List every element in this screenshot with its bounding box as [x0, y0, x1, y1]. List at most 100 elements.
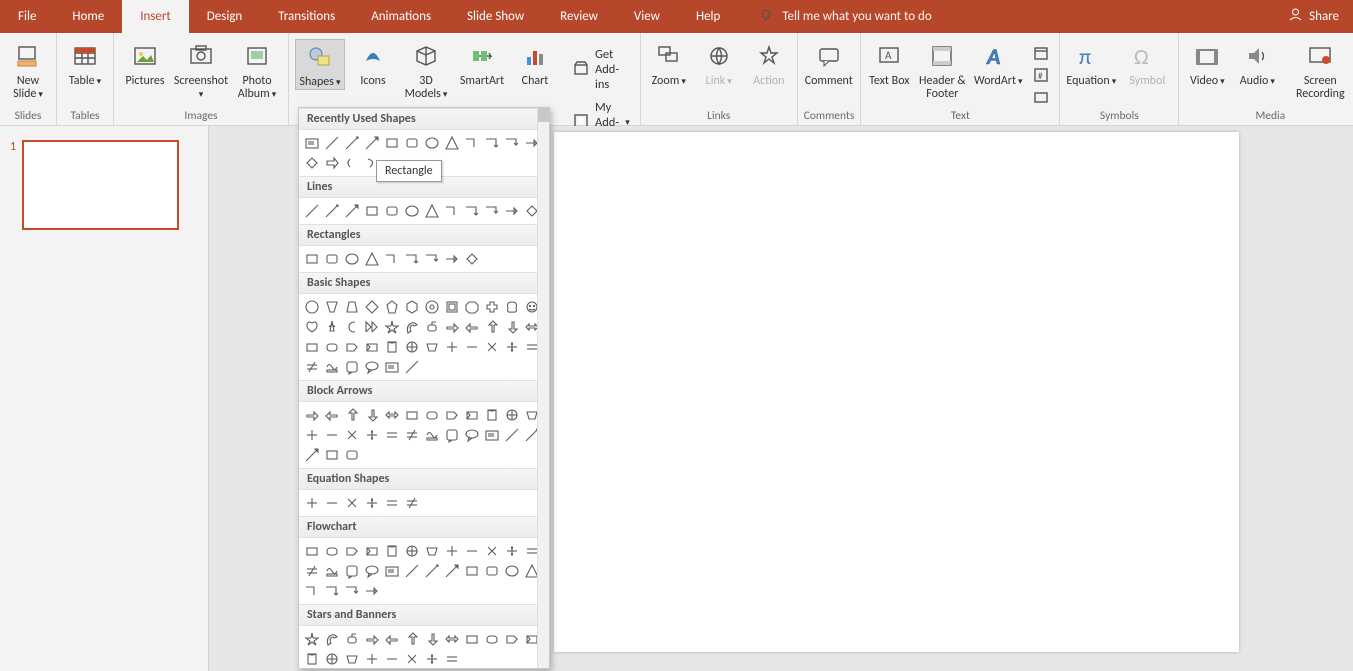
shape-option[interactable]: [403, 358, 421, 376]
shape-option[interactable]: [503, 134, 521, 152]
shape-option[interactable]: [403, 406, 421, 424]
shape-option[interactable]: [303, 338, 321, 356]
shape-option[interactable]: [303, 202, 321, 220]
shape-option[interactable]: [303, 650, 321, 668]
shape-option[interactable]: [323, 650, 341, 668]
shape-option[interactable]: [483, 298, 501, 316]
shape-option[interactable]: [443, 542, 461, 560]
shape-option[interactable]: [463, 134, 481, 152]
shape-option[interactable]: [363, 562, 381, 580]
shape-option[interactable]: [423, 338, 441, 356]
shape-option[interactable]: [343, 134, 361, 152]
tab-file[interactable]: File: [0, 0, 54, 33]
shape-option[interactable]: [323, 338, 341, 356]
shape-option[interactable]: [343, 650, 361, 668]
symbol-button[interactable]: Ω Symbol: [1122, 39, 1172, 88]
shape-option[interactable]: [343, 338, 361, 356]
shape-option[interactable]: [323, 446, 341, 464]
shape-option[interactable]: [363, 582, 381, 600]
equation-button[interactable]: π Equation: [1066, 39, 1116, 88]
shape-option[interactable]: [503, 406, 521, 424]
shape-option[interactable]: [403, 318, 421, 336]
shape-option[interactable]: [463, 202, 481, 220]
action-button[interactable]: Action: [747, 39, 791, 88]
icons-button[interactable]: Icons: [351, 39, 395, 88]
shape-option[interactable]: [483, 338, 501, 356]
shape-option[interactable]: [443, 650, 461, 668]
shape-option[interactable]: [383, 650, 401, 668]
shape-option[interactable]: [303, 250, 321, 268]
shape-option[interactable]: [423, 318, 441, 336]
shape-option[interactable]: [423, 134, 441, 152]
shape-option[interactable]: [483, 542, 501, 560]
shape-option[interactable]: [323, 406, 341, 424]
shape-option[interactable]: [383, 406, 401, 424]
shape-option[interactable]: [463, 298, 481, 316]
shape-option[interactable]: [343, 494, 361, 512]
shape-option[interactable]: [463, 338, 481, 356]
shape-option[interactable]: [323, 318, 341, 336]
shape-option[interactable]: [303, 134, 321, 152]
shape-option[interactable]: [503, 562, 521, 580]
shape-option[interactable]: [463, 318, 481, 336]
slide-canvas[interactable]: [554, 132, 1239, 652]
shape-option[interactable]: [423, 542, 441, 560]
shape-option[interactable]: [343, 446, 361, 464]
tab-help[interactable]: Help: [678, 0, 738, 33]
shape-option[interactable]: [323, 202, 341, 220]
shape-option[interactable]: [323, 582, 341, 600]
shape-option[interactable]: [363, 134, 381, 152]
shape-option[interactable]: [483, 318, 501, 336]
shape-option[interactable]: [343, 562, 361, 580]
shape-option[interactable]: [303, 154, 321, 172]
slide-number-button[interactable]: #: [1029, 65, 1053, 85]
shape-option[interactable]: [503, 202, 521, 220]
shape-option[interactable]: [323, 134, 341, 152]
tab-transitions[interactable]: Transitions: [260, 0, 353, 33]
shape-option[interactable]: [343, 298, 361, 316]
shapes-scrollbar[interactable]: [537, 108, 549, 668]
shapes-button[interactable]: Shapes: [295, 39, 345, 90]
shape-option[interactable]: [403, 338, 421, 356]
shape-option[interactable]: [323, 542, 341, 560]
shape-option[interactable]: [403, 250, 421, 268]
tab-home[interactable]: Home: [54, 0, 122, 33]
shape-option[interactable]: [443, 298, 461, 316]
audio-button[interactable]: Audio: [1235, 39, 1279, 88]
shape-option[interactable]: [303, 494, 321, 512]
shape-option[interactable]: [503, 318, 521, 336]
shape-option[interactable]: [303, 426, 321, 444]
object-button[interactable]: [1029, 87, 1053, 107]
shape-option[interactable]: [303, 562, 321, 580]
shape-option[interactable]: [323, 154, 341, 172]
screen-recording-button[interactable]: Screen Recording: [1285, 39, 1353, 101]
3d-models-button[interactable]: 3D Models: [401, 39, 451, 101]
shape-option[interactable]: [323, 562, 341, 580]
slide-thumbnail-1[interactable]: 1: [10, 140, 198, 230]
link-button[interactable]: Link: [697, 39, 741, 88]
shape-option[interactable]: [443, 318, 461, 336]
shape-option[interactable]: [503, 542, 521, 560]
shape-option[interactable]: [383, 542, 401, 560]
shape-option[interactable]: [443, 202, 461, 220]
shape-option[interactable]: [483, 426, 501, 444]
shape-option[interactable]: [323, 494, 341, 512]
shape-option[interactable]: [363, 318, 381, 336]
shape-option[interactable]: [323, 426, 341, 444]
shape-option[interactable]: [303, 318, 321, 336]
shape-option[interactable]: [323, 250, 341, 268]
shape-option[interactable]: [463, 542, 481, 560]
shape-option[interactable]: [363, 542, 381, 560]
tell-me-search[interactable]: Tell me what you want to do: [758, 7, 931, 27]
shape-option[interactable]: [443, 406, 461, 424]
shape-option[interactable]: [423, 630, 441, 648]
shape-option[interactable]: [423, 406, 441, 424]
shape-option[interactable]: [463, 562, 481, 580]
shape-option[interactable]: [343, 250, 361, 268]
shape-option[interactable]: [383, 630, 401, 648]
shape-option[interactable]: [503, 338, 521, 356]
shape-option[interactable]: [323, 358, 341, 376]
shape-option[interactable]: [383, 250, 401, 268]
shape-option[interactable]: [463, 630, 481, 648]
shape-option[interactable]: [403, 298, 421, 316]
